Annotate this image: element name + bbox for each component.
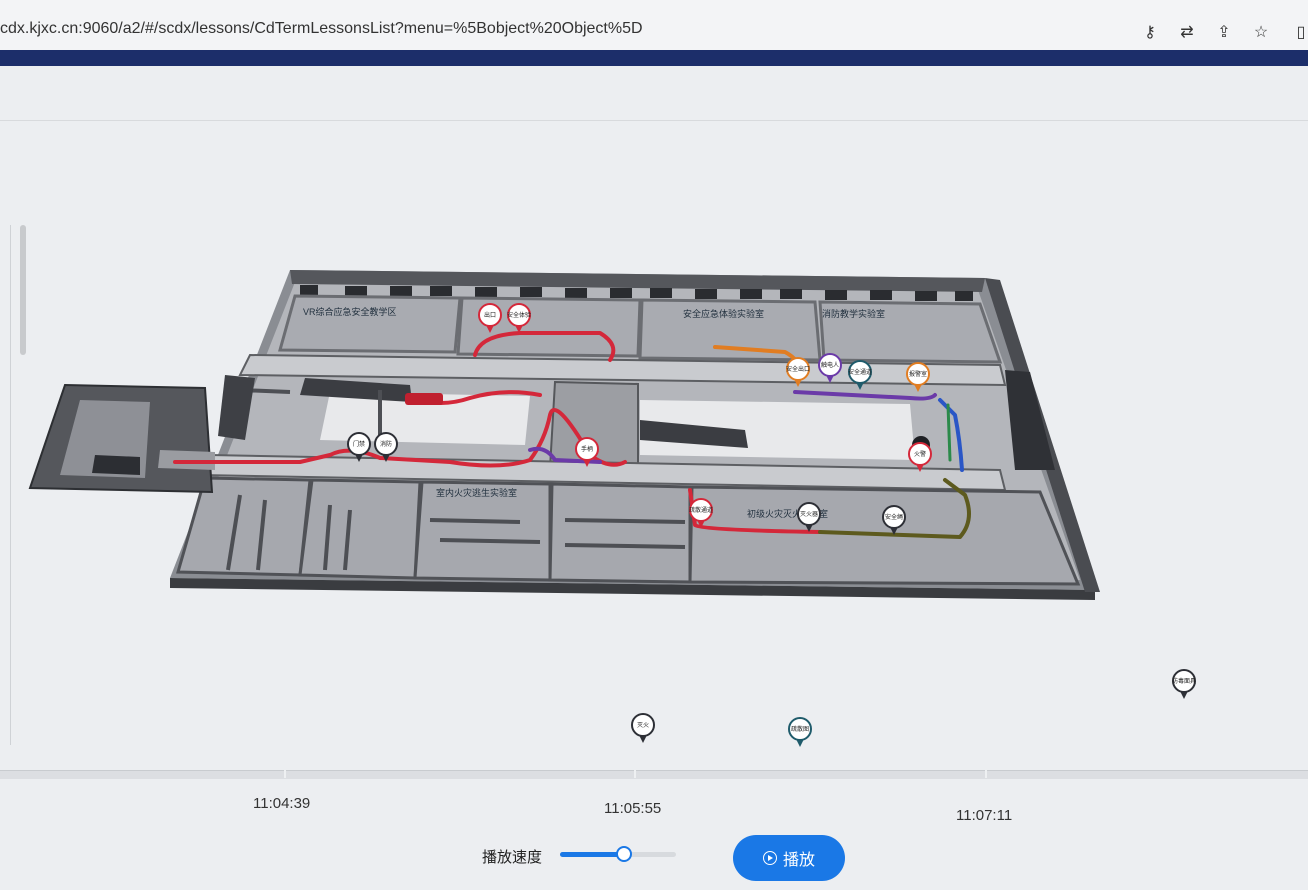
map-marker[interactable]: 手柄 [575,437,601,469]
timeline-time-label: 11:05:55 [604,800,662,817]
map-marker[interactable]: 疏散通道 [689,498,715,530]
timeline-marker[interactable]: 防毒面具 [1172,669,1198,701]
room-label-safety: 安全应急体验实验室 [683,309,765,319]
room-label-indoor-fire: 室内火灾逃生实验室 [436,488,518,498]
map-marker[interactable]: 安全通道 [848,360,874,392]
map-marker[interactable]: 安全绳 [882,505,908,537]
room-label-fire-teaching: 消防教学实验室 [822,309,886,319]
timeline-time-label: 11:07:11 [956,807,1013,824]
play-button-label: 播放 [782,852,815,869]
map-marker[interactable]: 报警室 [906,362,932,394]
play-icon [762,851,777,865]
map-marker[interactable]: 火警 [908,442,934,474]
timeline-tick [284,770,286,778]
map-marker[interactable]: 安全体验 [507,303,533,335]
map-marker[interactable]: 灭火器 [797,502,823,534]
fire-robot-icon [405,393,443,405]
map-marker[interactable]: 安全出口 [786,357,812,389]
timeline-tick [634,770,636,778]
speed-slider-fill [560,852,624,857]
floor-plan-map[interactable] [0,0,1308,890]
timeline-marker[interactable]: 疏散图 [788,717,814,749]
route-green [946,403,952,462]
map-marker[interactable]: 消防 [374,432,400,464]
play-button[interactable]: 播放 [733,835,845,881]
left-annex-stair [92,455,140,475]
timeline-track[interactable] [0,770,1308,779]
front-rooms [176,476,1081,586]
timeline-tick [985,770,987,778]
map-marker[interactable]: 出口 [478,303,504,335]
map-marker[interactable]: 门禁 [347,432,373,464]
map-marker[interactable]: 触电人 [818,353,844,385]
speed-slider-handle[interactable] [615,846,632,862]
timeline-marker[interactable]: 灭火 [631,713,657,745]
playback-speed-slider[interactable] [560,846,676,862]
timeline-time-label: 11:04:39 [253,795,311,812]
playback-speed-label: 播放速度 [482,849,543,866]
room-label-vr: VR综合应急安全教学区 [303,307,397,317]
